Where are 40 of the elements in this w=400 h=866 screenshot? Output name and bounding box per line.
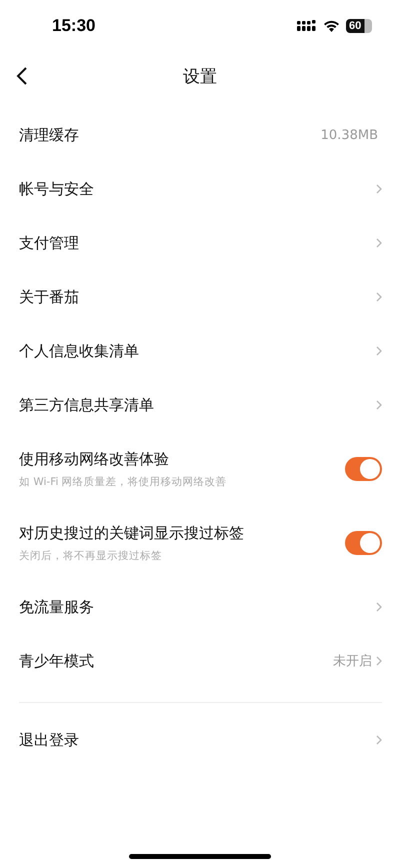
setting-row[interactable]: 个人信息收集清单: [0, 324, 400, 378]
toggle-switch[interactable]: [345, 457, 382, 481]
chevron-icon: [376, 656, 382, 666]
signal-icon: [297, 20, 317, 32]
setting-row[interactable]: 青少年模式 未开启: [0, 634, 400, 688]
logout-label: 退出登录: [19, 730, 80, 750]
setting-label: 清理缓存: [19, 126, 80, 144]
setting-row[interactable]: 第三方信息共享清单: [0, 378, 400, 432]
battery-icon: 60: [346, 19, 372, 33]
setting-label: 支付管理: [19, 234, 80, 252]
setting-row[interactable]: 免流量服务: [0, 580, 400, 634]
setting-label: 使用移动网络改善体验: [19, 450, 170, 468]
chevron-icon: [376, 238, 382, 248]
chevron-icon: [376, 400, 382, 410]
chevron-icon: [376, 184, 382, 194]
logout-row[interactable]: 退出登录: [0, 713, 400, 767]
setting-row[interactable]: 清理缓存 10.38MB: [0, 108, 400, 162]
setting-description: 关闭后，将不再显示搜过标签: [19, 548, 163, 562]
setting-label: 个人信息收集清单: [19, 342, 140, 360]
page-title: 设置: [183, 66, 217, 88]
setting-row[interactable]: 关于番茄: [0, 270, 400, 324]
setting-label: 青少年模式: [19, 652, 95, 670]
setting-value: 10.38MB: [320, 128, 378, 142]
chevron-icon: [376, 735, 382, 745]
chevron-icon: [376, 602, 382, 612]
chevron-icon: [376, 346, 382, 356]
setting-label: 关于番茄: [19, 288, 80, 306]
setting-value: 未开启: [333, 653, 372, 670]
toggle-switch[interactable]: [345, 531, 382, 555]
setting-row[interactable]: 帐号与安全: [0, 162, 400, 216]
chevron-icon: [376, 292, 382, 302]
wifi-icon: [323, 20, 340, 32]
back-icon[interactable]: [16, 67, 28, 85]
setting-label: 帐号与安全: [19, 180, 95, 198]
setting-description: 如 Wi-Fi 网络质量差，将使用移动网络改善: [19, 474, 228, 488]
setting-label: 对历史搜过的关键词显示搜过标签: [19, 524, 245, 542]
status-time: 15:30: [52, 16, 96, 36]
setting-row[interactable]: 支付管理: [0, 216, 400, 270]
setting-label: 第三方信息共享清单: [19, 396, 155, 414]
setting-label: 免流量服务: [19, 598, 95, 616]
